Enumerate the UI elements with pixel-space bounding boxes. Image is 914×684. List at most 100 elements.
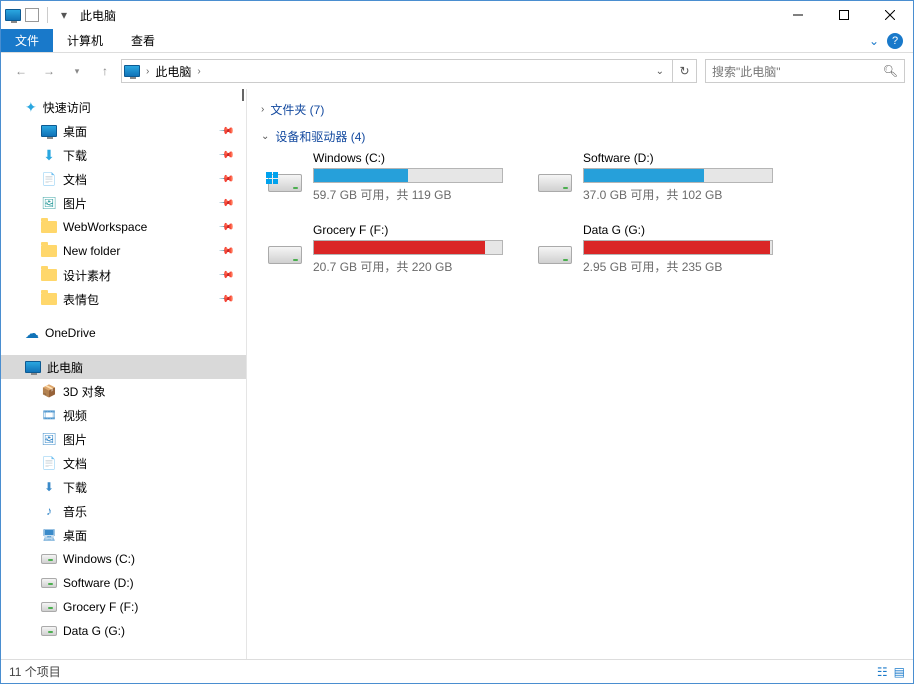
sidebar-item-label: 桌面 <box>63 123 87 140</box>
pin-icon: 📌 <box>217 171 234 188</box>
item-icon: ⬇ <box>41 147 57 163</box>
sidebar-this-pc[interactable]: 此电脑 <box>1 355 246 379</box>
group-label: 文件夹 (7) <box>270 101 324 118</box>
tab-view[interactable]: 查看 <box>117 29 169 52</box>
group-folders[interactable]: › 文件夹 (7) <box>261 101 899 118</box>
item-icon: ♪ <box>41 503 57 519</box>
sidebar-item-label: 图片 <box>63 431 87 448</box>
address-bar[interactable]: › 此电脑 › ⌄ <box>121 59 673 83</box>
drive-usage-bar <box>583 240 773 255</box>
sidebar-item[interactable]: New folder 📌 <box>1 239 246 263</box>
back-button[interactable]: ← <box>9 59 33 83</box>
group-drives[interactable]: ⌄ 设备和驱动器 (4) <box>261 128 899 145</box>
minimize-button[interactable] <box>775 1 821 29</box>
sidebar-quick-access[interactable]: ✦ 快速访问 <box>1 95 246 119</box>
sidebar-item[interactable]: Software (D:) <box>1 571 246 595</box>
ribbon-expand-icon[interactable]: ⌄ <box>869 34 879 48</box>
pin-icon: 📌 <box>217 219 234 236</box>
drive-space-text: 20.7 GB 可用，共 220 GB <box>313 258 507 275</box>
sidebar-item[interactable]: Data G (G:) <box>1 619 246 643</box>
close-button[interactable] <box>867 1 913 29</box>
qat-properties-icon[interactable] <box>25 8 39 22</box>
sidebar-item[interactable]: Windows (C:) <box>1 547 246 571</box>
pin-icon: 📌 <box>217 267 234 284</box>
sidebar-item-label: 下载 <box>63 147 87 164</box>
sidebar-item-label: New folder <box>63 244 120 258</box>
item-icon: 📄 <box>41 171 57 187</box>
sidebar-label: 此电脑 <box>47 359 83 376</box>
sidebar-item[interactable]: ⬇下载📌 <box>1 143 246 167</box>
window-title: 此电脑 <box>80 7 116 24</box>
star-icon: ✦ <box>25 99 37 116</box>
refresh-button[interactable]: ↻ <box>673 59 697 83</box>
sidebar-item[interactable]: 🖼图片📌 <box>1 191 246 215</box>
chevron-right-icon[interactable]: › <box>146 66 149 77</box>
status-text: 11 个项目 <box>9 663 61 680</box>
sidebar-item[interactable]: 表情包📌 <box>1 287 246 311</box>
sidebar-item[interactable]: Grocery F (F:) <box>1 595 246 619</box>
drive-name: Software (D:) <box>583 151 777 165</box>
item-icon <box>41 599 57 615</box>
qat-dropdown-icon[interactable]: ▾ <box>56 7 72 23</box>
drive-name: Windows (C:) <box>313 151 507 165</box>
drive-item[interactable]: Windows (C:) 59.7 GB 可用，共 119 GB <box>267 151 507 203</box>
app-icon <box>5 7 21 23</box>
drive-icon <box>537 165 573 201</box>
sidebar-item[interactable]: 📄 文档 📌 <box>1 167 246 191</box>
pin-icon: 📌 <box>217 243 234 260</box>
drive-usage-bar <box>313 240 503 255</box>
sidebar-item[interactable]: ⬇下载 <box>1 475 246 499</box>
drive-item[interactable]: Software (D:) 37.0 GB 可用，共 102 GB <box>537 151 777 203</box>
view-large-icon[interactable]: ▤ <box>894 665 905 679</box>
drive-name: Data G (G:) <box>583 223 777 237</box>
drive-space-text: 2.95 GB 可用，共 235 GB <box>583 258 777 275</box>
drive-name: Grocery F (F:) <box>313 223 507 237</box>
sidebar-item[interactable]: 🎞视频 <box>1 403 246 427</box>
search-icon[interactable]: 🔍︎ <box>883 64 898 78</box>
up-button[interactable]: ↑ <box>93 59 117 83</box>
maximize-button[interactable] <box>821 1 867 29</box>
sidebar-onedrive[interactable]: ☁ OneDrive <box>1 321 246 345</box>
sidebar-item-label: Data G (G:) <box>63 624 125 638</box>
item-icon <box>41 623 57 639</box>
forward-button[interactable]: → <box>37 59 61 83</box>
sidebar-item-label: 桌面 <box>63 527 87 544</box>
item-icon <box>41 291 57 307</box>
drive-item[interactable]: Data G (G:) 2.95 GB 可用，共 235 GB <box>537 223 777 275</box>
breadcrumb[interactable]: 此电脑 <box>155 63 191 80</box>
sidebar-item[interactable]: 设计素材📌 <box>1 263 246 287</box>
pc-icon <box>25 359 41 375</box>
drive-item[interactable]: Grocery F (F:) 20.7 GB 可用，共 220 GB <box>267 223 507 275</box>
sidebar-item[interactable]: 🖥 桌面 <box>1 523 246 547</box>
item-icon <box>41 551 57 567</box>
tab-file[interactable]: 文件 <box>1 29 53 52</box>
item-icon: 📄 <box>41 455 57 471</box>
sidebar-item-label: 下载 <box>63 479 87 496</box>
sidebar-item[interactable]: 📄文档 <box>1 451 246 475</box>
item-icon <box>41 267 57 283</box>
group-label: 设备和驱动器 (4) <box>275 128 365 145</box>
sidebar-item[interactable]: WebWorkspace📌 <box>1 215 246 239</box>
sidebar-item-label: 视频 <box>63 407 87 424</box>
item-icon <box>41 575 57 591</box>
recent-dropdown[interactable]: ▾ <box>65 59 89 83</box>
sidebar-item[interactable]: 🖼图片 <box>1 427 246 451</box>
ribbon: 文件 计算机 查看 ⌄ ? <box>1 29 913 53</box>
chevron-right-icon[interactable]: › <box>197 66 200 77</box>
chevron-down-icon: ⌄ <box>261 131 269 142</box>
sidebar-item[interactable]: 桌面📌 <box>1 119 246 143</box>
item-icon: 🖥 <box>41 527 57 543</box>
sidebar-item[interactable]: ♪音乐 <box>1 499 246 523</box>
sidebar-item[interactable]: 📦3D 对象 <box>1 379 246 403</box>
cloud-icon: ☁ <box>25 325 39 342</box>
sidebar: ✦ 快速访问 桌面📌⬇下载📌📄文档📌🖼图片📌WebWorkspace📌New f… <box>1 89 247 659</box>
help-icon[interactable]: ? <box>887 33 903 49</box>
nav-row: ← → ▾ ↑ › 此电脑 › ⌄ ↻ 搜索"此电脑" 🔍︎ <box>1 53 913 89</box>
address-icon <box>124 63 140 79</box>
address-history-dropdown[interactable]: ⌄ <box>650 66 670 77</box>
tab-computer[interactable]: 计算机 <box>53 29 117 52</box>
search-input[interactable]: 搜索"此电脑" 🔍︎ <box>705 59 905 83</box>
sidebar-item-label: 文档 <box>63 171 87 188</box>
view-details-icon[interactable]: ☷ <box>877 665 888 679</box>
drive-usage-bar <box>583 168 773 183</box>
